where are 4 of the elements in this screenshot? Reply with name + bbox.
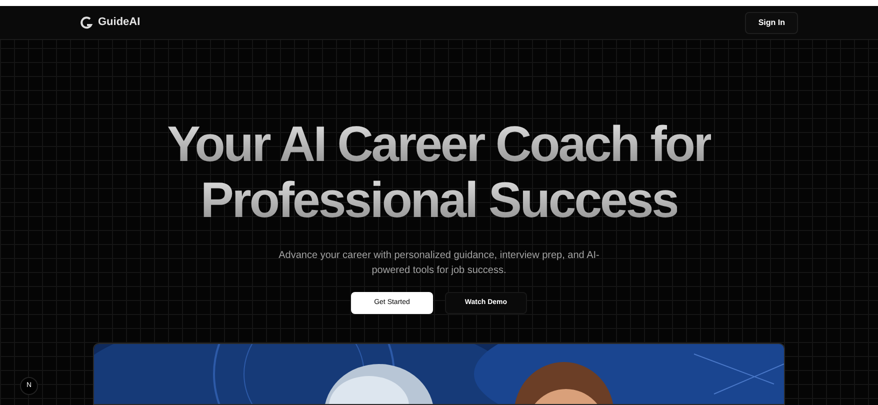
- logo-icon: [80, 16, 94, 30]
- brand-name[interactable]: GuideAI: [98, 14, 140, 31]
- hero-subtitle: Advance your career with personalized guidance, interview prep, and AI-powered tools for job success.: [278, 249, 600, 278]
- sign-in-button[interactable]: Sign In: [745, 12, 798, 34]
